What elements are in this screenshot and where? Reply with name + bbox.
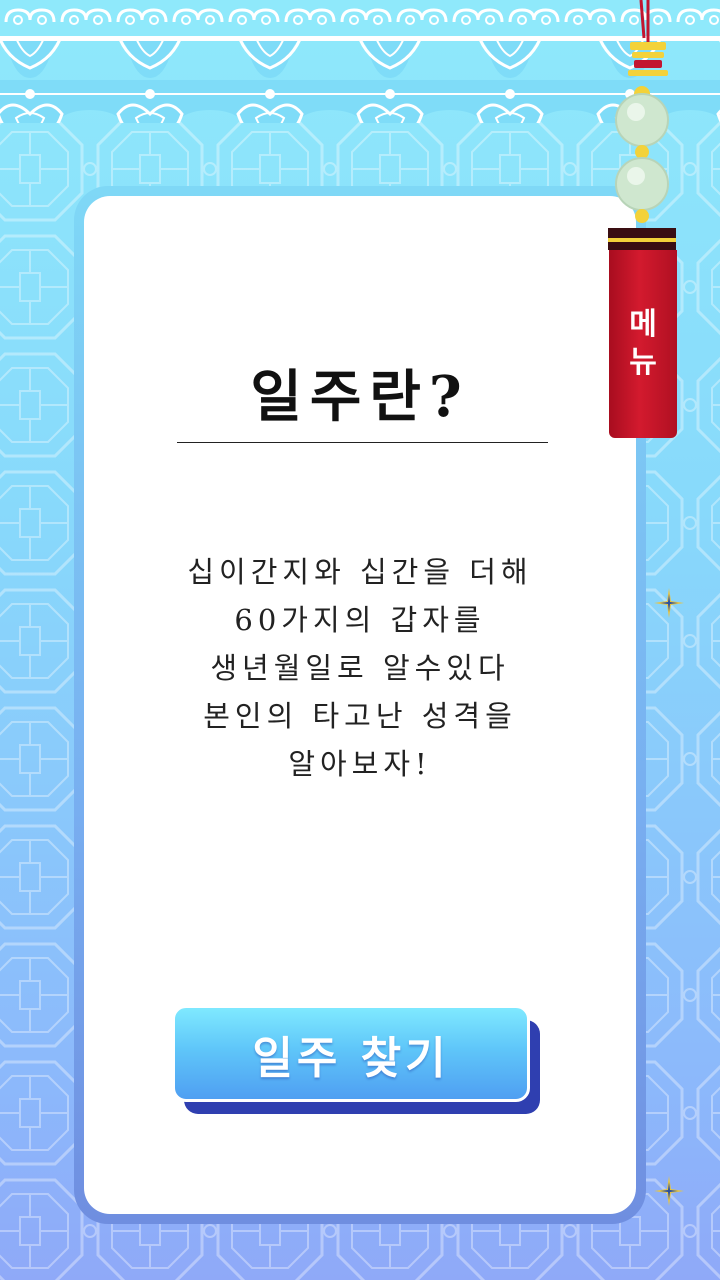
sparkle-icon <box>654 1176 684 1206</box>
find-button-label: 일주 찾기 <box>252 1032 450 1084</box>
page-title: 일주란? <box>250 364 470 430</box>
sparkle-icon <box>654 588 684 618</box>
description: 십이간지와 십간을 더해 60가지의 갑자를 생년월일로 알수있다 본인의 타고… <box>84 548 636 788</box>
find-ilju-button[interactable]: 일주 찾기 <box>172 1005 530 1102</box>
menu-label-2: 뉴 <box>629 345 657 380</box>
menu-button[interactable]: 메 뉴 <box>609 250 677 438</box>
title-divider <box>177 442 548 443</box>
description-line: 생년월일로 알수있다 <box>210 651 510 685</box>
menu-label-1: 메 <box>629 307 657 342</box>
description-line: 본인의 타고난 성격을 <box>203 699 517 733</box>
description-line: 십이간지와 십간을 더해 <box>187 555 533 589</box>
description-line: 알아보자! <box>288 747 432 781</box>
description-line: 60가지의 갑자를 <box>234 603 486 637</box>
